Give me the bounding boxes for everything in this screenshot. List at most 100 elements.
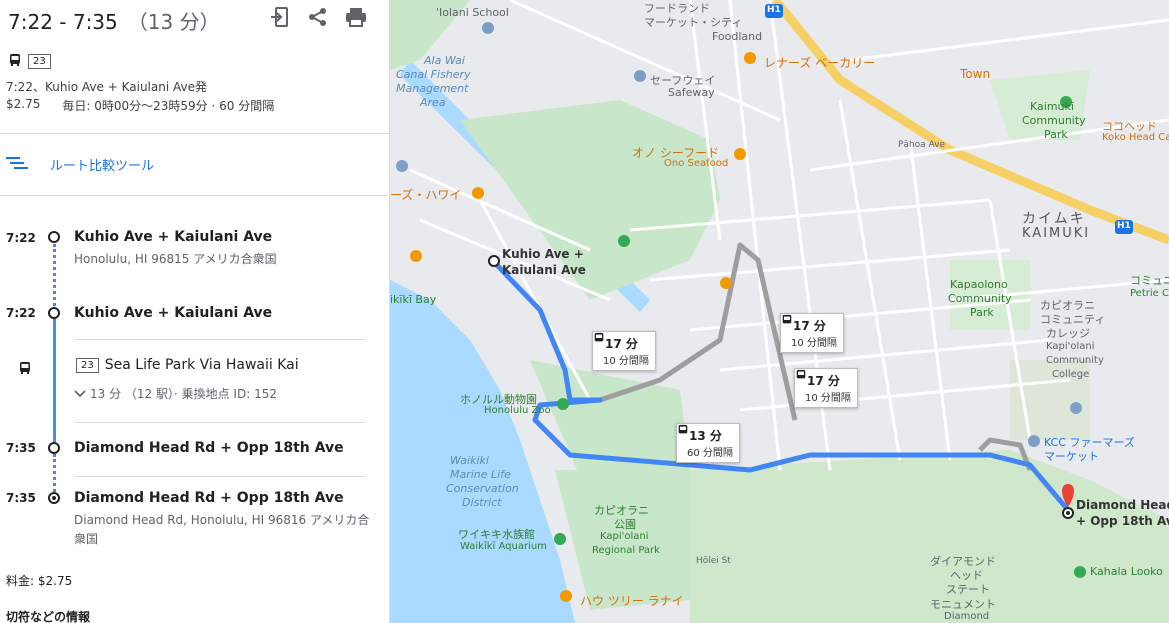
aquarium-icon[interactable] [554, 533, 566, 545]
stop-name[interactable]: Diamond Head Rd + Opp 18th Ave [74, 490, 344, 506]
map-label: Community [948, 292, 1012, 305]
bus-route-name: Sea Life Park Via Hawaii Kai [104, 357, 299, 373]
stop-name[interactable]: Diamond Head Rd + Opp 18th Ave [74, 440, 344, 456]
map-label: 'Iolani School [436, 6, 509, 19]
walk-line [53, 454, 56, 492]
end-label-line: + Opp 18th Ave [1076, 514, 1169, 528]
header-actions [269, 6, 367, 28]
stop-marker [48, 442, 60, 454]
map-label: Town [960, 67, 991, 81]
stop-marker [48, 307, 60, 319]
route-compare-button[interactable]: ルート比較ツール [6, 155, 154, 174]
map-label: Waikīkī Aquarium [460, 541, 547, 552]
restaurant-icon[interactable] [410, 250, 422, 262]
map-label: Safeway [668, 86, 715, 99]
stop-name[interactable]: Kuhio Ave + Kaiulani Ave [74, 305, 272, 321]
route-info-time: 17 分 [793, 319, 826, 333]
map-label: レナーズ ベーカリー [764, 56, 876, 70]
shopping-icon[interactable] [396, 160, 408, 172]
golf-icon[interactable] [618, 235, 630, 247]
map-label: ステート [946, 583, 990, 596]
schedule-text: 毎日: 0時00分～23時59分 · 60 分間隔 [62, 99, 275, 113]
map-label: Kapi'olani [1046, 341, 1095, 352]
stop-time: 7:35 [6, 441, 36, 455]
bus-meta-text: 13 分 （12 駅）· 乗換地点 ID: 152 [90, 387, 277, 401]
restaurant-icon[interactable] [734, 148, 746, 160]
restaurant-icon[interactable] [560, 590, 572, 602]
route-info-box[interactable]: 17 分 10 分間隔 [592, 331, 656, 371]
route-info-interval: 10 分間隔 [805, 393, 851, 404]
map-label: ワイキキ水族館 [458, 528, 535, 541]
route-badge: 23 [28, 54, 51, 69]
shopping-icon[interactable] [634, 70, 646, 82]
map-label: Canal Fishery [396, 68, 471, 81]
map-view[interactable]: 'Iolani School フードランド マーケット・シティ Foodland… [390, 0, 1169, 623]
route-info-box[interactable]: 13 分 60 分間隔 [676, 423, 740, 463]
divider [74, 476, 366, 477]
map-label: Ono Seafood [664, 158, 729, 169]
trip-time-range: 7:22 - 7:35 [8, 10, 118, 34]
viewpoint-icon[interactable] [1074, 566, 1086, 578]
bus-icon [8, 52, 22, 71]
end-label-line: Diamond Head [1076, 498, 1169, 512]
bus-line [53, 318, 56, 442]
stop-address: Honolulu, HI 96815 アメリカ合衆国 [74, 252, 277, 266]
route-info-box[interactable]: 17 分 10 分間隔 [780, 313, 844, 353]
stop-address: Diamond Head Rd, Honolulu, HI 96816 アメリカ… [74, 513, 370, 546]
street-label: Hōlei St [696, 556, 731, 566]
map-label: Koko Head Ca [1102, 132, 1169, 143]
stop-name[interactable]: Kuhio Ave + Kaiulani Ave [74, 229, 272, 245]
map-label: Community [1046, 355, 1104, 366]
route-badge: 23 [76, 357, 99, 373]
map-label: Park [970, 306, 994, 319]
map-label: Regional Park [592, 545, 660, 556]
print-icon[interactable] [345, 6, 367, 28]
compare-icon [6, 156, 28, 174]
zoo-icon[interactable] [557, 398, 569, 410]
school-icon[interactable] [482, 22, 494, 34]
stop-marker [48, 231, 60, 243]
fare-schedule-row: $2.75 毎日: 0時00分～23時59分 · 60 分間隔 [6, 97, 274, 114]
stop-time: 7:35 [6, 491, 36, 505]
compare-label: ルート比較ツール [50, 159, 155, 174]
map-label: モニュメント [930, 598, 996, 611]
trip-header: 7:22 - 7:35 （13 分） [8, 6, 220, 35]
map-end-label: Diamond Head + Opp 18th Ave [1076, 497, 1169, 529]
walk-line [53, 244, 56, 306]
map-label: Management [396, 82, 469, 95]
stop-time: 7:22 [6, 231, 36, 245]
share-icon[interactable] [307, 6, 329, 28]
route-info-top: 13 分 [678, 424, 733, 444]
map-label: カレッジ [1046, 327, 1090, 340]
map-label: Kapaolono [950, 278, 1008, 291]
send-to-phone-icon[interactable] [269, 6, 291, 28]
ticket-info-heading[interactable]: 切符などの情報 [6, 608, 90, 623]
bus-stops-toggle[interactable]: 13 分 （12 駅）· 乗換地点 ID: 152 [74, 385, 277, 402]
map-label: 公園 [614, 518, 636, 531]
map-label: Kaimukī [1030, 100, 1074, 113]
restaurant-icon[interactable] [720, 277, 732, 289]
map-label: KAIMUKI [1022, 226, 1091, 241]
route-info-box[interactable]: 17 分 10 分間隔 [794, 368, 858, 408]
map-label: ーズ・ハワイ [390, 188, 462, 202]
start-label-line: Kaiulani Ave [502, 263, 586, 277]
map-label: Foodland [712, 30, 763, 43]
restaurant-icon[interactable] [744, 52, 756, 64]
map-label: District [462, 496, 502, 509]
bus-line-row[interactable]: 23 Sea Life Park Via Hawaii Kai [76, 357, 299, 373]
map-label: Area [420, 96, 446, 109]
map-label: Kahala Looko [1090, 565, 1163, 578]
trip-duration: （13 分） [127, 10, 220, 34]
divider [0, 195, 389, 196]
map-label: College [1052, 369, 1090, 380]
shopping-icon[interactable] [1028, 435, 1040, 447]
map-label: Community [1022, 114, 1086, 127]
route-info-top: 17 分 [782, 314, 837, 334]
map-label: Honolulu Zoo [484, 405, 551, 416]
route-info-time: 17 分 [807, 374, 840, 388]
school-icon[interactable] [1070, 402, 1082, 414]
stop-time: 7:22 [6, 306, 36, 320]
divider [74, 339, 366, 340]
restaurant-icon[interactable] [472, 187, 484, 199]
route-info-time: 17 分 [605, 337, 638, 351]
